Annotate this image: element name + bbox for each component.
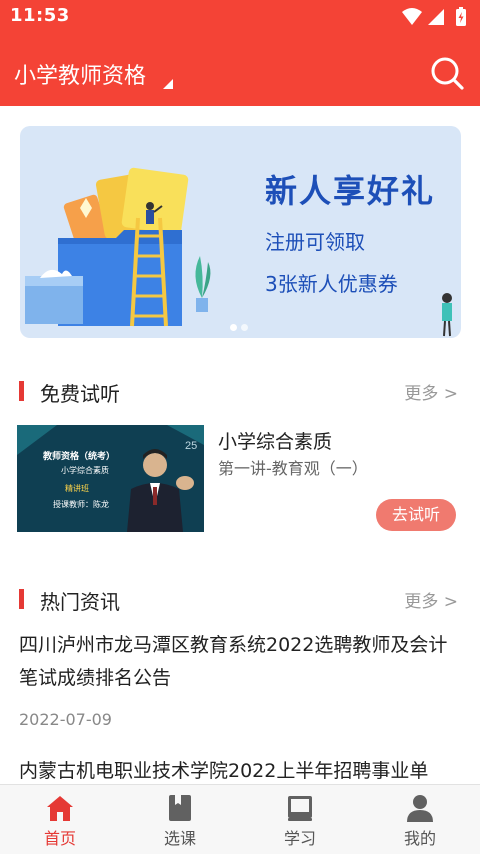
nav-home[interactable]: 首页 (0, 785, 120, 854)
hot-news-header: 热门资讯 更多 > (0, 580, 480, 620)
exam-type-selector[interactable]: 小学教师资格 (14, 58, 146, 90)
free-trial-more-link[interactable]: 更多 > (404, 379, 458, 404)
carousel-dot (241, 324, 248, 331)
nav-profile[interactable]: 我的 (360, 785, 480, 854)
news-item-title[interactable]: 内蒙古机电职业技术学院2022上半年招聘事业单 (19, 755, 459, 784)
news-item-date: 2022-07-09 (19, 710, 112, 729)
carousel-indicator (230, 316, 252, 335)
nav-label: 学习 (283, 829, 316, 848)
section-marker (19, 381, 24, 401)
status-time: 11:53 (10, 5, 70, 26)
nav-label: 选课 (163, 829, 196, 848)
nav-label: 我的 (403, 829, 436, 848)
bottom-navigation: 首页 选课 学习 我的 (0, 784, 480, 854)
nav-courses[interactable]: 选课 (120, 785, 240, 854)
book-icon (169, 795, 191, 821)
try-listen-button[interactable]: 去试听 (376, 499, 456, 531)
person-icon (407, 795, 433, 822)
thumb-subject: 小学综合素质 (61, 466, 109, 475)
course-title[interactable]: 小学综合素质 (218, 427, 332, 454)
course-subtitle: 第一讲-教育观（一） (218, 459, 368, 478)
course-thumbnail-art: 25 (17, 425, 204, 532)
course-thumbnail[interactable]: 25 教师资格（统考） 小学综合素质 精讲班 授课教师：陈龙 (17, 425, 204, 532)
open-book-icon (288, 796, 312, 821)
section-marker (19, 589, 24, 609)
dropdown-caret-icon[interactable] (163, 79, 173, 89)
thumb-teacher: 授课教师：陈龙 (53, 500, 109, 509)
banner-line1: 注册可领取 (265, 230, 365, 254)
search-icon[interactable] (430, 56, 464, 90)
carousel-dot (230, 324, 237, 331)
section-title: 免费试听 (40, 382, 120, 406)
banner-line2: 3张新人优惠券 (265, 272, 398, 296)
banner-title: 新人享好礼 (265, 172, 436, 210)
thumb-tag: 精讲班 (65, 484, 89, 493)
section-title: 热门资讯 (40, 590, 120, 614)
banner-illustration (25, 167, 452, 337)
app-header: 11:53 小学教师资格 (0, 0, 480, 106)
promo-banner[interactable]: 新人享好礼 注册可领取 3张新人优惠券 (20, 126, 461, 338)
status-icons (402, 7, 466, 26)
free-trial-header: 免费试听 更多 > (0, 372, 480, 412)
nav-study[interactable]: 学习 (240, 785, 360, 854)
nav-label: 首页 (43, 829, 76, 848)
wifi-icon (402, 8, 422, 25)
signal-icon (428, 9, 444, 25)
svg-text:25: 25 (185, 440, 197, 452)
news-item-title[interactable]: 四川泸州市龙马潭区教育系统2022选聘教师及会计笔试成绩排名公告 (19, 629, 459, 695)
hot-news-more-link[interactable]: 更多 > (404, 587, 458, 612)
home-icon (47, 796, 73, 821)
thumb-title: 教师资格（统考） (43, 452, 116, 462)
status-bar: 11:53 (0, 0, 480, 34)
